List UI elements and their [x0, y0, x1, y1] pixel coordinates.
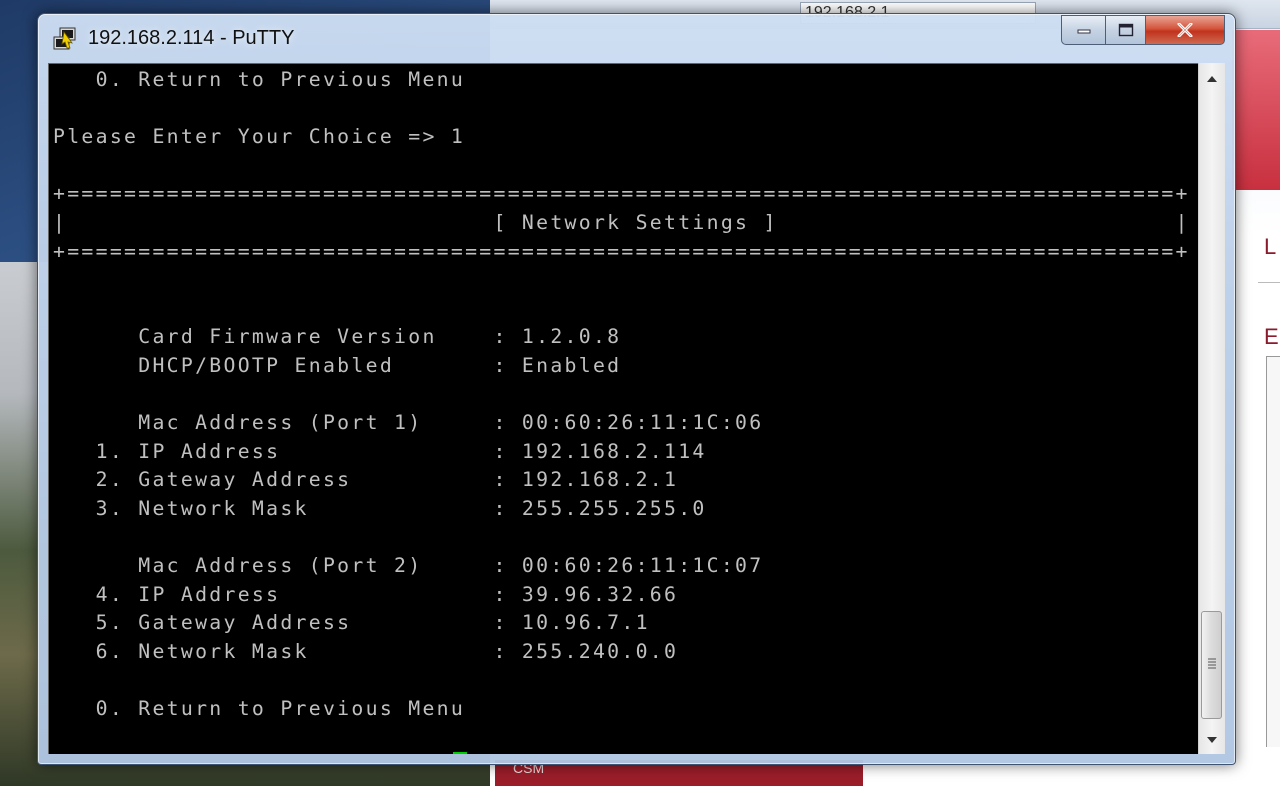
- terminal-line: Mac Address (Port 1) : 00:60:26:11:1C:06: [53, 411, 764, 435]
- minimize-button[interactable]: [1061, 15, 1105, 45]
- terminal-line: +=======================================…: [53, 239, 1190, 263]
- terminal-line: 3. Network Mask : 255.255.255.0: [53, 496, 707, 520]
- chevron-up-icon: [1207, 69, 1217, 87]
- terminal-line: 6. Network Mask : 255.240.0.0: [53, 639, 679, 663]
- close-button[interactable]: [1145, 15, 1225, 45]
- window-controls: [1061, 15, 1225, 45]
- maximize-button[interactable]: [1105, 15, 1145, 45]
- terminal-prompt[interactable]: Please Enter Your Choice =>: [53, 752, 1190, 754]
- background-red-banner: [1232, 30, 1280, 190]
- scrollbar-thumb[interactable]: [1201, 611, 1222, 719]
- putty-window[interactable]: 192.168.2.114 - PuTTY 0. Return to Previ…: [37, 13, 1236, 765]
- terminal-output: 0. Return to Previous Menu Please Enter Y…: [53, 66, 1190, 754]
- terminal-line: 1. IP Address : 192.168.2.114: [53, 439, 707, 463]
- scroll-down-button[interactable]: [1199, 726, 1225, 752]
- text-cursor: [452, 752, 467, 754]
- background-text-fragment: L: [1264, 234, 1277, 259]
- grip-icon: [1207, 656, 1217, 674]
- terminal-line: Please Enter Your Choice => 1: [53, 125, 466, 149]
- terminal-line: Mac Address (Port 2) : 00:60:26:11:1C:07: [53, 554, 764, 578]
- terminal-line: 5. Gateway Address : 10.96.7.1: [53, 611, 650, 635]
- background-panel: [1266, 356, 1280, 747]
- background-divider: [1258, 282, 1280, 283]
- chevron-down-icon: [1207, 730, 1217, 748]
- terminal-line: 0. Return to Previous Menu: [53, 68, 466, 91]
- terminal-line: 4. IP Address : 39.96.32.66: [53, 582, 679, 606]
- title-bar[interactable]: 192.168.2.114 - PuTTY: [38, 14, 1235, 62]
- terminal-line: | [ Network Settings ] |: [53, 210, 1190, 234]
- terminal-line: DHCP/BOOTP Enabled : Enabled: [53, 353, 622, 377]
- terminal-line: 2. Gateway Address : 192.168.2.1: [53, 468, 679, 492]
- terminal-line: 0. Return to Previous Menu: [53, 697, 466, 721]
- background-text-fragment: E: [1264, 324, 1279, 349]
- vertical-scrollbar[interactable]: [1198, 63, 1225, 754]
- minimize-icon: [1077, 26, 1091, 34]
- terminal-line: +=======================================…: [53, 182, 1190, 206]
- scroll-up-button[interactable]: [1199, 65, 1225, 91]
- terminal-screen[interactable]: 0. Return to Previous Menu Please Enter Y…: [48, 63, 1198, 754]
- putty-icon[interactable]: [52, 26, 78, 52]
- terminal-line: Card Firmware Version : 1.2.0.8: [53, 325, 622, 349]
- window-title: 192.168.2.114 - PuTTY: [88, 27, 295, 49]
- maximize-icon: [1118, 23, 1134, 37]
- close-icon: [1177, 23, 1193, 37]
